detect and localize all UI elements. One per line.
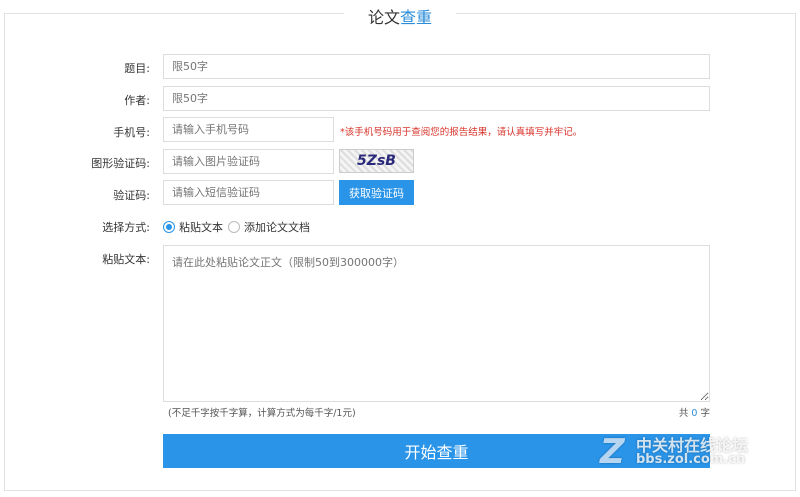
start-check-button[interactable]: 开始查重 [163, 434, 710, 468]
radio-label: 粘贴文本 [179, 221, 223, 234]
title-part1: 论文 [367, 8, 400, 27]
title-part2: 查重 [400, 8, 433, 27]
pricing-note: (不足千字按千字算，计算方式为每千字/1元) [168, 408, 356, 419]
page-title: 论文查重 [0, 4, 800, 28]
count-value: 0 [691, 408, 698, 419]
get-sms-code-button[interactable]: 获取验证码 [339, 180, 414, 205]
method-label: 选择方式: [102, 221, 150, 234]
radio-upload-doc[interactable]: 添加论文文档 [228, 219, 310, 235]
title-label: 题目: [124, 62, 150, 75]
captcha-image[interactable]: 5ZsB [339, 149, 414, 173]
title-input[interactable] [163, 54, 710, 79]
char-count: 共 0 字 [679, 405, 710, 419]
count-suffix: 字 [700, 408, 710, 419]
phone-note: *该手机号码用于查阅您的报告结果，请认真填写并牢记。 [340, 127, 583, 138]
radio-paste-text[interactable]: 粘贴文本 [163, 219, 223, 235]
author-input[interactable] [163, 86, 710, 111]
sms-label: 验证码: [113, 189, 150, 202]
author-label: 作者: [124, 94, 150, 107]
count-prefix: 共 [678, 408, 689, 419]
sms-input[interactable] [163, 180, 334, 205]
radio-checked-icon [163, 221, 175, 233]
phone-input[interactable] [163, 117, 334, 142]
paste-label: 粘贴文本: [102, 253, 150, 266]
watermark-url: bbs.zol.com.cn [636, 452, 746, 467]
captcha-label: 图形验证码: [91, 157, 150, 170]
radio-unchecked-icon [228, 221, 240, 233]
zol-logo-icon: Z [600, 432, 625, 472]
phone-label: 手机号: [113, 126, 150, 139]
paste-textarea[interactable] [163, 245, 710, 402]
radio-label: 添加论文文档 [244, 221, 310, 234]
captcha-input[interactable] [163, 149, 334, 174]
